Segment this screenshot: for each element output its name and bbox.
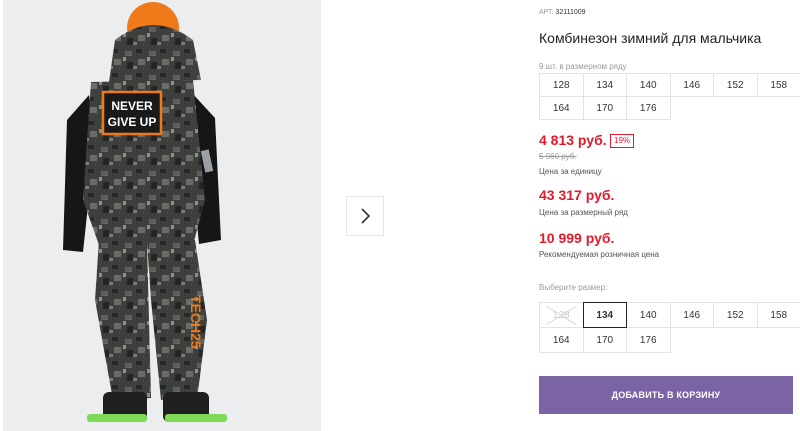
old-price: 5 960 руб. [539,152,577,161]
product-photo[interactable]: NEVER GIVE UP TECH25 [3,0,321,431]
size-select-prompt: Выберите размер: [539,283,608,292]
range-price: 43 317 руб. [539,187,615,203]
pack-size-cell: 152 [713,73,758,97]
size-option-134[interactable]: 134 [582,302,627,328]
size-option-152[interactable]: 152 [713,302,758,328]
size-option-158[interactable]: 158 [756,302,800,328]
gallery-next-button[interactable] [346,196,384,236]
pack-size-grid: 128 134 140 146 152 158 164 170 176 [539,73,800,120]
product-gallery: NEVER GIVE UP TECH25 [0,0,515,431]
pack-size-cell: 176 [626,96,671,120]
sku-line: АРТ. 32111009 [539,9,586,16]
unit-price: 4 813 руб. [539,132,607,148]
unit-price-label: Цена за единицу [539,167,602,176]
add-to-cart-button[interactable]: ДОБАВИТЬ В КОРЗИНУ [539,376,793,414]
size-option-146[interactable]: 146 [669,302,714,328]
pack-size-cell: 128 [539,73,584,97]
pack-size-cell: 146 [669,73,714,97]
sku-label: АРТ. [539,9,554,16]
patch-text-line2: GIVE UP [108,115,157,129]
chevron-right-icon [361,208,371,224]
size-option-128: 128 [539,302,584,328]
range-price-label: Цена за размерный ряд [539,208,628,217]
sku-value: 32111009 [555,9,586,16]
patch-text-line1: NEVER [111,99,153,113]
size-option-140[interactable]: 140 [626,302,671,328]
retail-price: 10 999 руб. [539,230,615,246]
pack-size-cell: 164 [539,96,584,120]
leg-print-text: TECH25 [188,295,204,349]
pack-size-cell: 170 [582,96,627,120]
product-info-panel: АРТ. 32111009 Комбинезон зимний для маль… [539,0,800,431]
size-option-164[interactable]: 164 [539,327,584,353]
pack-size-cell: 140 [626,73,671,97]
size-selector: 128 134 140 146 152 158 164 170 176 [539,302,800,353]
pack-size-cell: 158 [756,73,800,97]
discount-badge: 19% [610,134,635,148]
pack-size-cell: 134 [582,73,627,97]
pack-size-note: 9 шт. в размерном ряду [539,62,627,71]
size-option-176[interactable]: 176 [626,327,671,353]
size-option-170[interactable]: 170 [582,327,627,353]
product-title: Комбинезон зимний для мальчика [539,30,762,46]
retail-price-label: Рекомендуемая розничная цена [539,250,660,259]
